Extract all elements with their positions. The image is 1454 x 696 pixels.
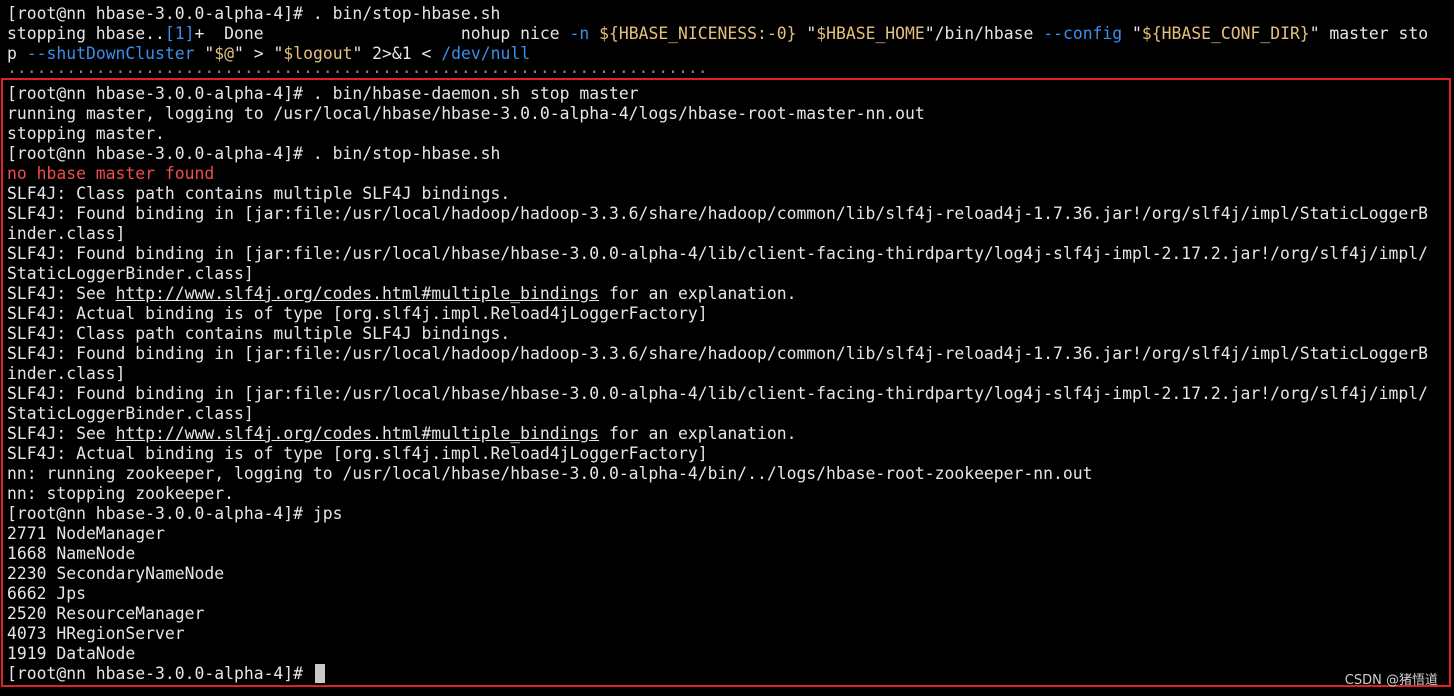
terminal-line: SLF4J: Found binding in [jar:file:/usr/l… <box>7 204 1428 223</box>
terminal-line: SLF4J: Found binding in [jar:file:/usr/l… <box>7 244 1428 263</box>
highlight-box <box>1 78 1451 687</box>
terminal-window[interactable]: [root@nn hbase-3.0.0-alpha-4]# . bin/sto… <box>0 0 1454 696</box>
terminal-line: SLF4J: Class path contains multiple SLF4… <box>7 324 511 343</box>
terminal-line: [root@nn hbase-3.0.0-alpha-4]# . bin/sto… <box>7 144 501 163</box>
terminal-text: "/bin/hbase <box>924 24 1044 43</box>
slf4j-docs-link[interactable]: http://www.slf4j.org/codes.html#multiple… <box>116 424 600 443</box>
watermark: CSDN @猪悟道 <box>1344 673 1438 688</box>
terminal-prompt[interactable]: [root@nn hbase-3.0.0-alpha-4]# <box>7 664 325 684</box>
terminal-line: StaticLoggerBinder.class] <box>7 404 254 423</box>
terminal-text: + Done nohup nice <box>194 24 570 43</box>
jps-process: 2520 ResourceManager <box>7 604 205 623</box>
slf4j-docs-link[interactable]: http://www.slf4j.org/codes.html#multiple… <box>116 284 600 303</box>
jps-process: 2771 NodeManager <box>7 524 165 543</box>
prompt-text: [root@nn hbase-3.0.0-alpha-4]# <box>7 664 313 683</box>
terminal-text: " <box>796 24 817 43</box>
terminal-text: SLF4J: See <box>7 424 116 443</box>
jps-process: 4073 HRegionServer <box>7 624 185 643</box>
terminal-line: stopping master. <box>7 124 165 143</box>
jps-process: 1919 DataNode <box>7 644 136 663</box>
terminal-line: [root@nn hbase-3.0.0-alpha-4]# jps <box>7 504 343 523</box>
terminal-line: SLF4J: See http://www.slf4j.org/codes.ht… <box>7 424 796 444</box>
terminal-line: inder.class] <box>7 364 126 383</box>
job-number: [1] <box>164 24 195 43</box>
terminal-line: SLF4J: Found binding in [jar:file:/usr/l… <box>7 384 1428 403</box>
terminal-line: SLF4J: Actual binding is of type [org.sl… <box>7 444 708 463</box>
terminal-line: SLF4J: Found binding in [jar:file:/usr/l… <box>7 344 1428 363</box>
terminal-text: for an explanation. <box>599 424 797 443</box>
jps-process: 2230 SecondaryNameNode <box>7 564 225 583</box>
option-flag: -n <box>569 24 590 43</box>
error-message: no hbase master found <box>7 164 215 183</box>
terminal-text: " <box>1122 24 1142 43</box>
terminal-line: stopping hbase..[1]+ Done nohup nice -n … <box>7 24 1428 44</box>
terminal-line: StaticLoggerBinder.class] <box>7 264 254 283</box>
terminal-line: running master, logging to /usr/local/hb… <box>7 104 925 123</box>
option-flag: --config <box>1043 24 1123 43</box>
terminal-line: [root@nn hbase-3.0.0-alpha-4]# . bin/hba… <box>7 84 639 103</box>
terminal-line: SLF4J: Class path contains multiple SLF4… <box>7 184 511 203</box>
jps-process: 1668 NameNode <box>7 544 136 563</box>
terminal-line: nn: running zookeeper, logging to /usr/l… <box>7 464 1093 483</box>
terminal-line: nn: stopping zookeeper. <box>7 484 234 503</box>
jps-process: 6662 Jps <box>7 584 86 603</box>
terminal-line: SLF4J: Actual binding is of type [org.sl… <box>7 304 708 323</box>
text-cursor <box>314 664 325 683</box>
terminal-text: " master sto <box>1309 24 1429 43</box>
terminal-text: stopping hbase.. <box>7 24 165 43</box>
terminal-line: [root@nn hbase-3.0.0-alpha-4]# . bin/sto… <box>7 4 501 23</box>
shell-variable: ${HBASE_CONF_DIR} <box>1141 24 1310 43</box>
terminal-text: for an explanation. <box>599 284 797 303</box>
terminal-text: SLF4J: See <box>7 284 116 303</box>
terminal-line: inder.class] <box>7 224 126 243</box>
progress-dots: ........................................… <box>7 58 707 77</box>
shell-variable: $HBASE_HOME <box>816 24 925 43</box>
shell-variable: ${HBASE_NICENESS:-0} <box>599 24 797 43</box>
terminal-line: SLF4J: See http://www.slf4j.org/codes.ht… <box>7 284 796 304</box>
